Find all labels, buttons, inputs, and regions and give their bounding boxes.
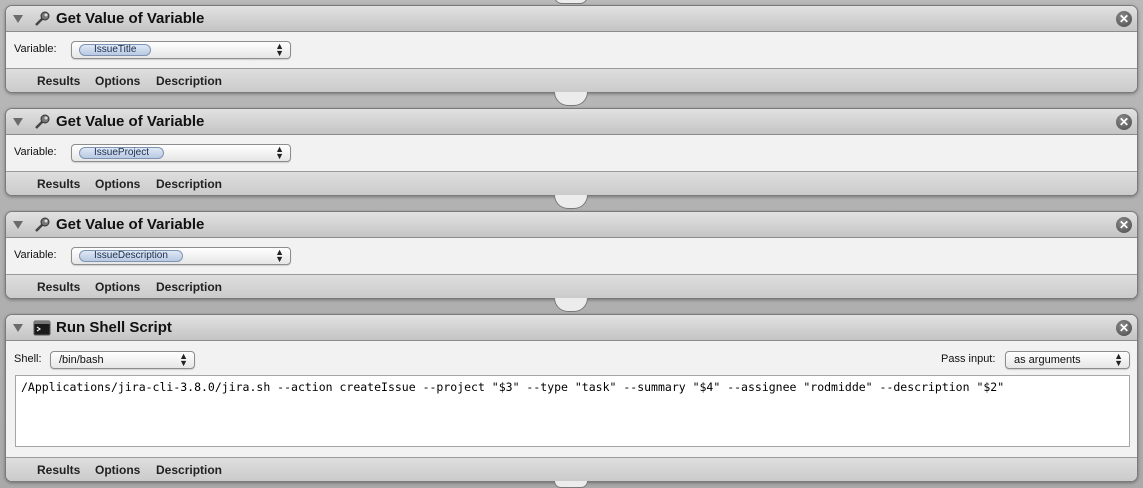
pass-input-popup[interactable]: as arguments ▲ ▼ [1005,351,1130,369]
disclosure-triangle-icon[interactable] [13,324,23,332]
action-connector [554,298,588,312]
action-header[interactable]: Get Value of Variable ✕ [6,6,1137,32]
action-footer: Results Options Description [6,274,1137,298]
popup-arrows-icon: ▲ ▼ [1114,351,1123,368]
variable-popup[interactable]: IssueProject ▲ ▼ [71,144,291,162]
disclosure-triangle-icon[interactable] [13,118,23,126]
tab-options[interactable]: Options [95,177,140,191]
tab-description[interactable]: Description [156,280,222,294]
action-footer: Results Options Description [6,68,1137,92]
popup-arrows-icon: ▲ ▼ [275,144,284,161]
action-body: Variable: IssueProject ▲ ▼ [6,135,1137,171]
action-body: Variable: IssueTitle ▲ ▼ [6,32,1137,68]
script-textarea[interactable]: /Applications/jira-cli-3.8.0/jira.sh --a… [15,375,1130,447]
tab-description[interactable]: Description [156,74,222,88]
tab-results[interactable]: Results [37,463,80,477]
tab-options[interactable]: Options [95,74,140,88]
action-get-variable-1[interactable]: Get Value of Variable ✕ Variable: IssueT… [5,5,1138,93]
variable-label: Variable: [14,43,57,55]
disclosure-triangle-icon[interactable] [13,221,23,229]
tab-results[interactable]: Results [37,280,80,294]
terminal-icon [33,320,51,336]
action-title: Run Shell Script [56,319,172,336]
action-title: Get Value of Variable [56,10,205,27]
variable-wrench-icon [35,11,50,26]
shell-label: Shell: [14,353,42,365]
disclosure-triangle-icon[interactable] [13,15,23,23]
tab-results[interactable]: Results [37,177,80,191]
tab-description[interactable]: Description [156,463,222,477]
action-title: Get Value of Variable [56,216,205,233]
action-header[interactable]: Run Shell Script ✕ [6,315,1137,341]
action-connector [554,481,588,488]
close-icon[interactable]: ✕ [1116,114,1132,130]
close-icon[interactable]: ✕ [1116,11,1132,27]
tab-description[interactable]: Description [156,177,222,191]
tab-options[interactable]: Options [95,463,140,477]
variable-popup[interactable]: IssueDescription ▲ ▼ [71,247,291,265]
pass-input-value: as arguments [1014,354,1081,366]
close-icon[interactable]: ✕ [1116,320,1132,336]
variable-popup[interactable]: IssueTitle ▲ ▼ [71,41,291,59]
action-get-variable-2[interactable]: Get Value of Variable ✕ Variable: IssueP… [5,108,1138,196]
variable-token: IssueDescription [79,250,183,262]
shell-popup[interactable]: /bin/bash ▲ ▼ [50,351,195,369]
action-body: Shell: /bin/bash ▲ ▼ Pass input: as argum… [6,341,1137,457]
variable-label: Variable: [14,146,57,158]
action-header[interactable]: Get Value of Variable ✕ [6,212,1137,238]
tab-results[interactable]: Results [37,74,80,88]
action-run-shell-script[interactable]: Run Shell Script ✕ Shell: /bin/bash ▲ ▼ P… [5,314,1138,482]
variable-label: Variable: [14,249,57,261]
close-icon[interactable]: ✕ [1116,217,1132,233]
variable-token: IssueTitle [79,44,152,56]
action-footer: Results Options Description [6,171,1137,195]
action-connector [554,0,588,4]
shell-value: /bin/bash [59,354,104,366]
action-footer: Results Options Description [6,457,1137,481]
action-body: Variable: IssueDescription ▲ ▼ [6,238,1137,274]
popup-arrows-icon: ▲ ▼ [179,351,188,368]
variable-wrench-icon [35,217,50,232]
popup-arrows-icon: ▲ ▼ [275,247,284,264]
variable-token: IssueProject [79,147,165,159]
action-connector [554,195,588,209]
action-connector [554,92,588,106]
tab-options[interactable]: Options [95,280,140,294]
variable-wrench-icon [35,114,50,129]
action-header[interactable]: Get Value of Variable ✕ [6,109,1137,135]
popup-arrows-icon: ▲ ▼ [275,41,284,58]
pass-input-label: Pass input: [941,353,996,365]
action-title: Get Value of Variable [56,113,205,130]
action-get-variable-3[interactable]: Get Value of Variable ✕ Variable: IssueD… [5,211,1138,299]
